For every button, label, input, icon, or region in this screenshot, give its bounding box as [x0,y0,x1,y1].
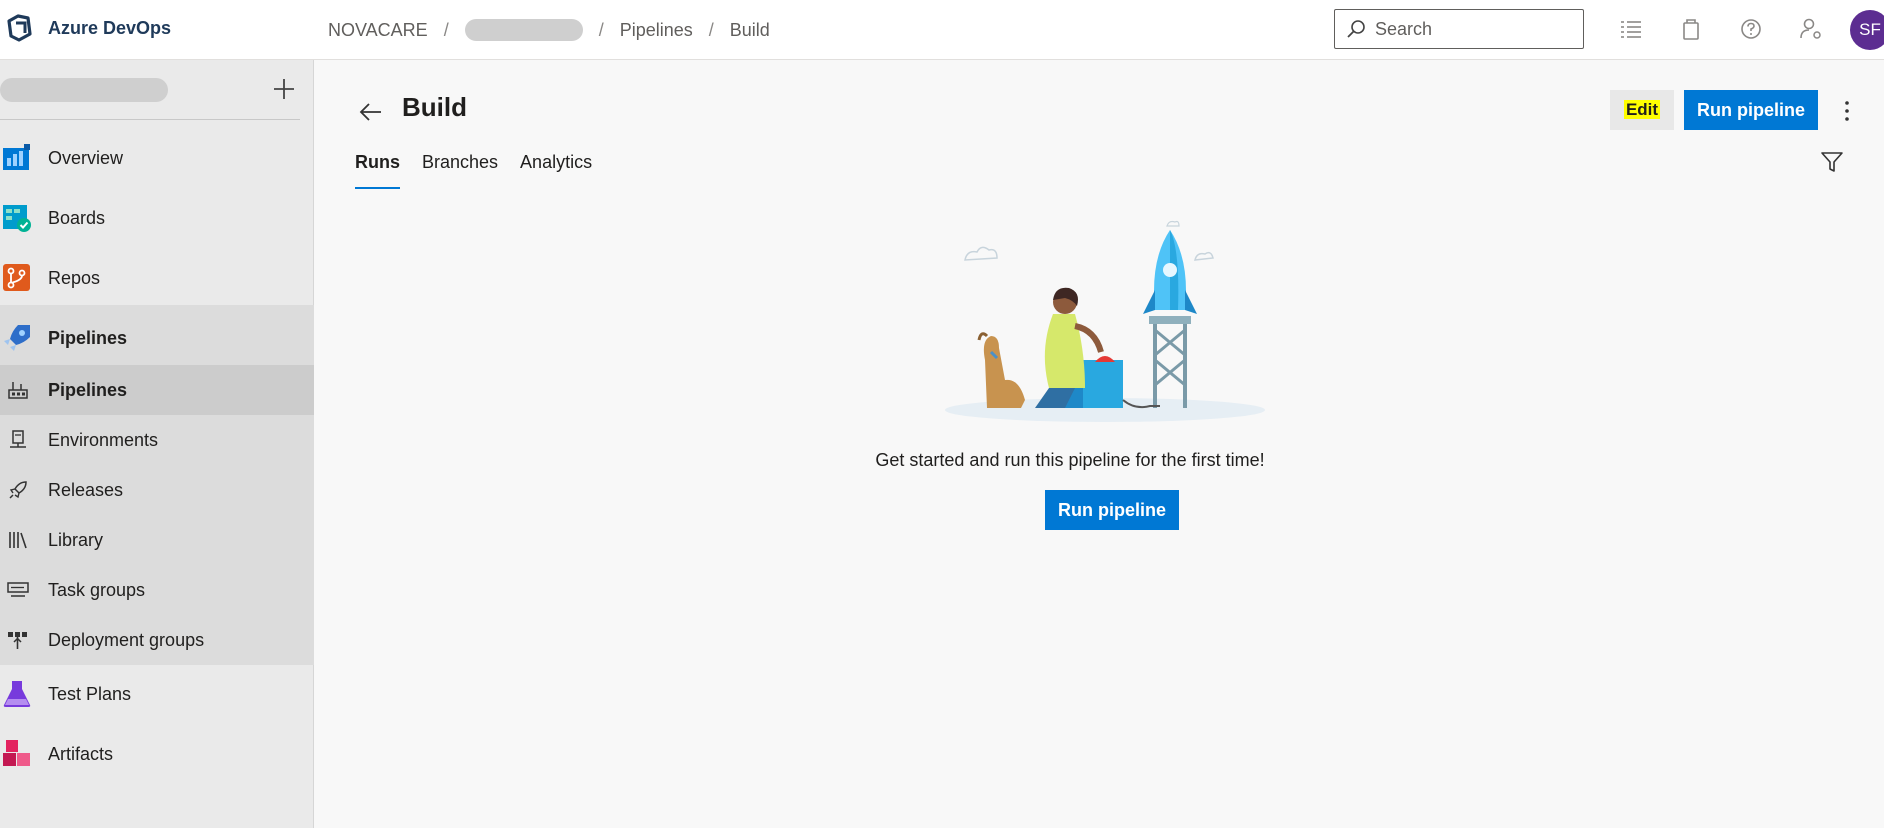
edit-button[interactable]: Edit [1610,90,1674,130]
tab-analytics[interactable]: Analytics [520,152,592,189]
repos-icon [3,264,30,291]
sidebar-item-pipelines[interactable]: Pipelines [0,372,314,408]
breadcrumb-org[interactable]: NOVACARE [328,20,428,41]
breadcrumb-pipelines[interactable]: Pipelines [620,20,693,41]
sidebar-item-label: Environments [48,429,159,450]
pipelines-sub-icon [8,382,28,399]
edit-button-label: Edit [1623,100,1661,119]
task-list-icon[interactable] [1618,16,1644,42]
breadcrumb-separator: / [708,19,714,40]
sidebar: Overview Boards Repos Pipelines Pipeline… [0,60,314,828]
task-groups-icon [7,582,29,597]
sidebar-item-releases[interactable]: Releases [0,472,314,508]
breadcrumb: NOVACARE / / Pipelines / Build [328,19,770,41]
breadcrumb-build[interactable]: Build [730,20,770,41]
library-icon [9,532,27,549]
tab-bar: Runs Branches Analytics [355,152,614,189]
sidebar-item-environments[interactable]: Environments [0,422,314,458]
tab-branches[interactable]: Branches [422,152,498,189]
empty-state-message: Get started and run this pipeline for th… [875,450,1265,470]
breadcrumb-project-redacted[interactable] [464,19,583,41]
breadcrumb-separator: / [443,19,449,40]
sidebar-item-overview[interactable]: Overview [0,140,314,176]
pipelines-icon [4,325,30,351]
project-selector[interactable] [0,60,300,120]
sidebar-item-label: Boards [48,207,106,228]
avatar[interactable]: SF [1850,10,1884,50]
page-title: Build [402,92,467,122]
overview-icon [3,144,30,170]
marketplace-bag-icon[interactable] [1678,16,1704,42]
brand[interactable]: Azure DevOps [6,14,171,42]
sidebar-item-library[interactable]: Library [0,522,314,558]
search-box[interactable] [1334,9,1584,49]
run-pipeline-button[interactable]: Run pipeline [1684,90,1818,130]
test-plans-flask-icon [3,681,31,707]
search-input[interactable] [1375,18,1575,40]
sidebar-item-label: Pipelines [48,327,128,348]
azure-devops-logo-icon [7,14,32,42]
search-icon [1347,20,1365,38]
sidebar-item-deployment-groups[interactable]: Deployment groups [0,622,314,658]
sidebar-item-task-groups[interactable]: Task groups [0,572,314,608]
sidebar-item-pipelines-hub[interactable]: Pipelines [0,320,314,356]
sidebar-item-boards[interactable]: Boards [0,200,314,236]
app-name: Azure DevOps [48,17,172,38]
sidebar-item-label: Task groups [48,579,146,600]
help-icon[interactable] [1738,16,1764,42]
run-pipeline-empty-button[interactable]: Run pipeline [1045,490,1179,530]
breadcrumb-separator: / [598,19,604,40]
sidebar-item-artifacts[interactable]: Artifacts [0,736,314,772]
boards-icon [3,205,31,232]
sidebar-item-label: Test Plans [48,683,132,704]
sidebar-item-label: Overview [48,147,124,168]
filter-icon[interactable] [1820,150,1844,174]
sidebar-item-repos[interactable]: Repos [0,260,314,296]
sidebar-item-test-plans[interactable]: Test Plans [0,676,314,712]
sidebar-item-label: Library [48,529,104,550]
tab-runs[interactable]: Runs [355,152,400,189]
empty-state-illustration [945,220,1265,422]
sidebar-item-label: Artifacts [48,743,114,764]
back-arrow-icon[interactable] [357,98,385,126]
sidebar-item-label: Releases [48,479,124,500]
environments-icon [10,430,26,448]
more-options-icon[interactable] [1840,98,1854,124]
sidebar-item-label: Pipelines [48,379,128,400]
main-content: Build Runs Branches Analytics Edit Run p… [315,60,1884,828]
project-name-redacted [0,78,168,102]
deployment-groups-icon [8,632,27,649]
artifacts-icon [3,740,30,766]
releases-rocket-icon [9,481,27,499]
plus-icon[interactable] [272,77,296,101]
sidebar-item-label: Repos [48,267,101,288]
user-settings-icon[interactable] [1798,16,1824,42]
top-bar: Azure DevOps NOVACARE / / Pipelines / Bu… [0,0,1884,60]
sidebar-item-label: Deployment groups [48,629,205,650]
